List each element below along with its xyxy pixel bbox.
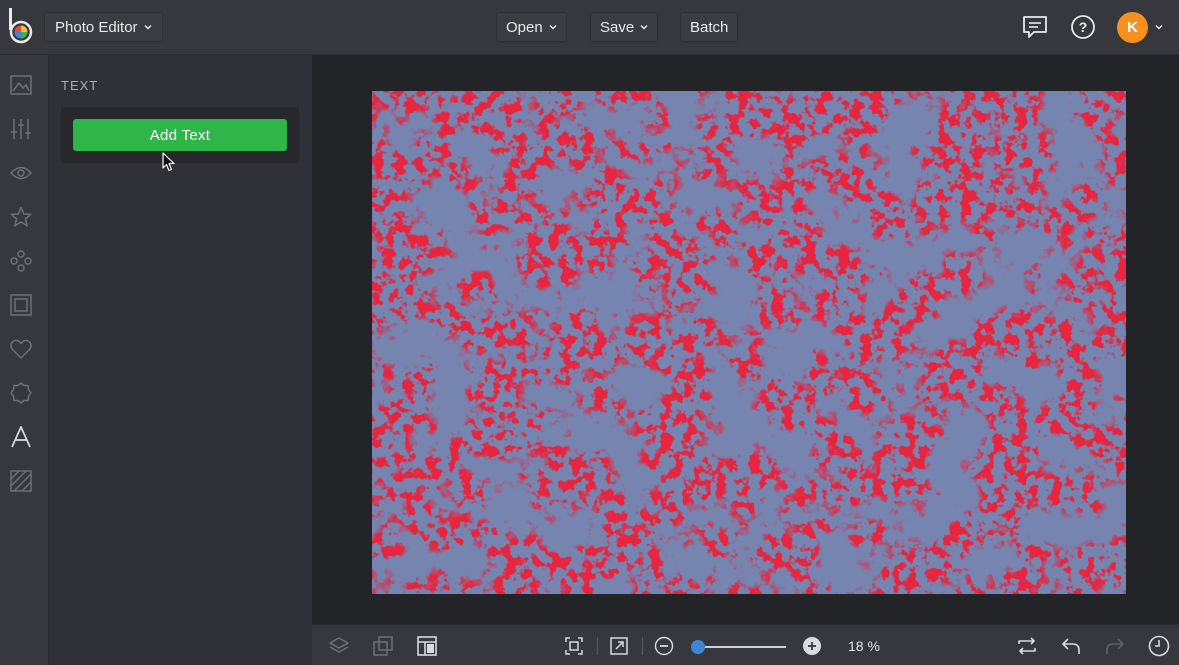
- layers-icon[interactable]: [328, 635, 350, 657]
- heart-icon[interactable]: [9, 337, 33, 361]
- star-icon[interactable]: [9, 205, 33, 229]
- zoom-in-icon[interactable]: [801, 635, 823, 657]
- mouse-cursor-icon: [162, 152, 175, 172]
- eye-icon[interactable]: [9, 161, 33, 185]
- duplicate-icon[interactable]: [372, 635, 394, 657]
- chevron-down-icon[interactable]: [1155, 23, 1163, 31]
- chevron-down-icon: [640, 25, 648, 30]
- text-icon[interactable]: [9, 425, 33, 449]
- image-icon[interactable]: [9, 73, 33, 97]
- tool-rail: [0, 55, 49, 665]
- zoom-slider-knob[interactable]: [691, 640, 705, 654]
- text-panel: TEXT Add Text: [49, 55, 312, 665]
- history-clock-icon[interactable]: [1148, 635, 1170, 657]
- app-switcher-dropdown[interactable]: Photo Editor: [44, 12, 163, 42]
- svg-text:?: ?: [1079, 19, 1088, 35]
- user-avatar[interactable]: K: [1117, 12, 1148, 43]
- toolbar-divider: [642, 637, 643, 655]
- save-menu-label: Save: [600, 18, 635, 36]
- shapes-icon[interactable]: [9, 249, 33, 273]
- chevron-down-icon: [144, 25, 152, 30]
- open-menu-label: Open: [506, 18, 543, 36]
- frame-icon[interactable]: [9, 293, 33, 317]
- batch-button[interactable]: Batch: [680, 12, 739, 42]
- top-bar: Photo Editor Open Save Batch ? K: [0, 0, 1179, 55]
- duotone-texture-image: [372, 91, 1126, 594]
- toolbar-divider: [597, 637, 598, 655]
- zoom-percentage: 18 %: [848, 638, 880, 654]
- feedback-chat-icon[interactable]: [1020, 12, 1050, 42]
- zoom-slider[interactable]: [691, 640, 786, 654]
- add-text-container: Add Text: [61, 107, 299, 163]
- panel-title: TEXT: [61, 78, 99, 93]
- app-switcher-label: Photo Editor: [55, 18, 138, 36]
- canvas-area[interactable]: [312, 55, 1179, 624]
- undo-icon[interactable]: [1060, 635, 1082, 657]
- texture-icon[interactable]: [9, 469, 33, 493]
- fit-screen-icon[interactable]: [563, 635, 585, 657]
- bottom-toolbar: 18 %: [312, 624, 1179, 665]
- save-menu-button[interactable]: Save: [590, 12, 659, 42]
- zoom-out-icon[interactable]: [653, 635, 675, 657]
- add-text-button[interactable]: Add Text: [73, 119, 287, 151]
- avatar-initial: K: [1127, 19, 1138, 36]
- layout-icon[interactable]: [416, 635, 438, 657]
- open-menu-button[interactable]: Open: [496, 12, 567, 42]
- help-icon[interactable]: ?: [1068, 12, 1098, 42]
- photo-canvas[interactable]: [372, 91, 1126, 594]
- actual-size-icon[interactable]: [608, 635, 630, 657]
- sliders-icon[interactable]: [9, 117, 33, 141]
- chevron-down-icon: [549, 25, 557, 30]
- compare-icon[interactable]: [1016, 635, 1038, 657]
- befunky-logo-icon[interactable]: [8, 8, 36, 46]
- batch-label: Batch: [690, 18, 729, 36]
- redo-icon[interactable]: [1104, 635, 1126, 657]
- badge-icon[interactable]: [9, 381, 33, 405]
